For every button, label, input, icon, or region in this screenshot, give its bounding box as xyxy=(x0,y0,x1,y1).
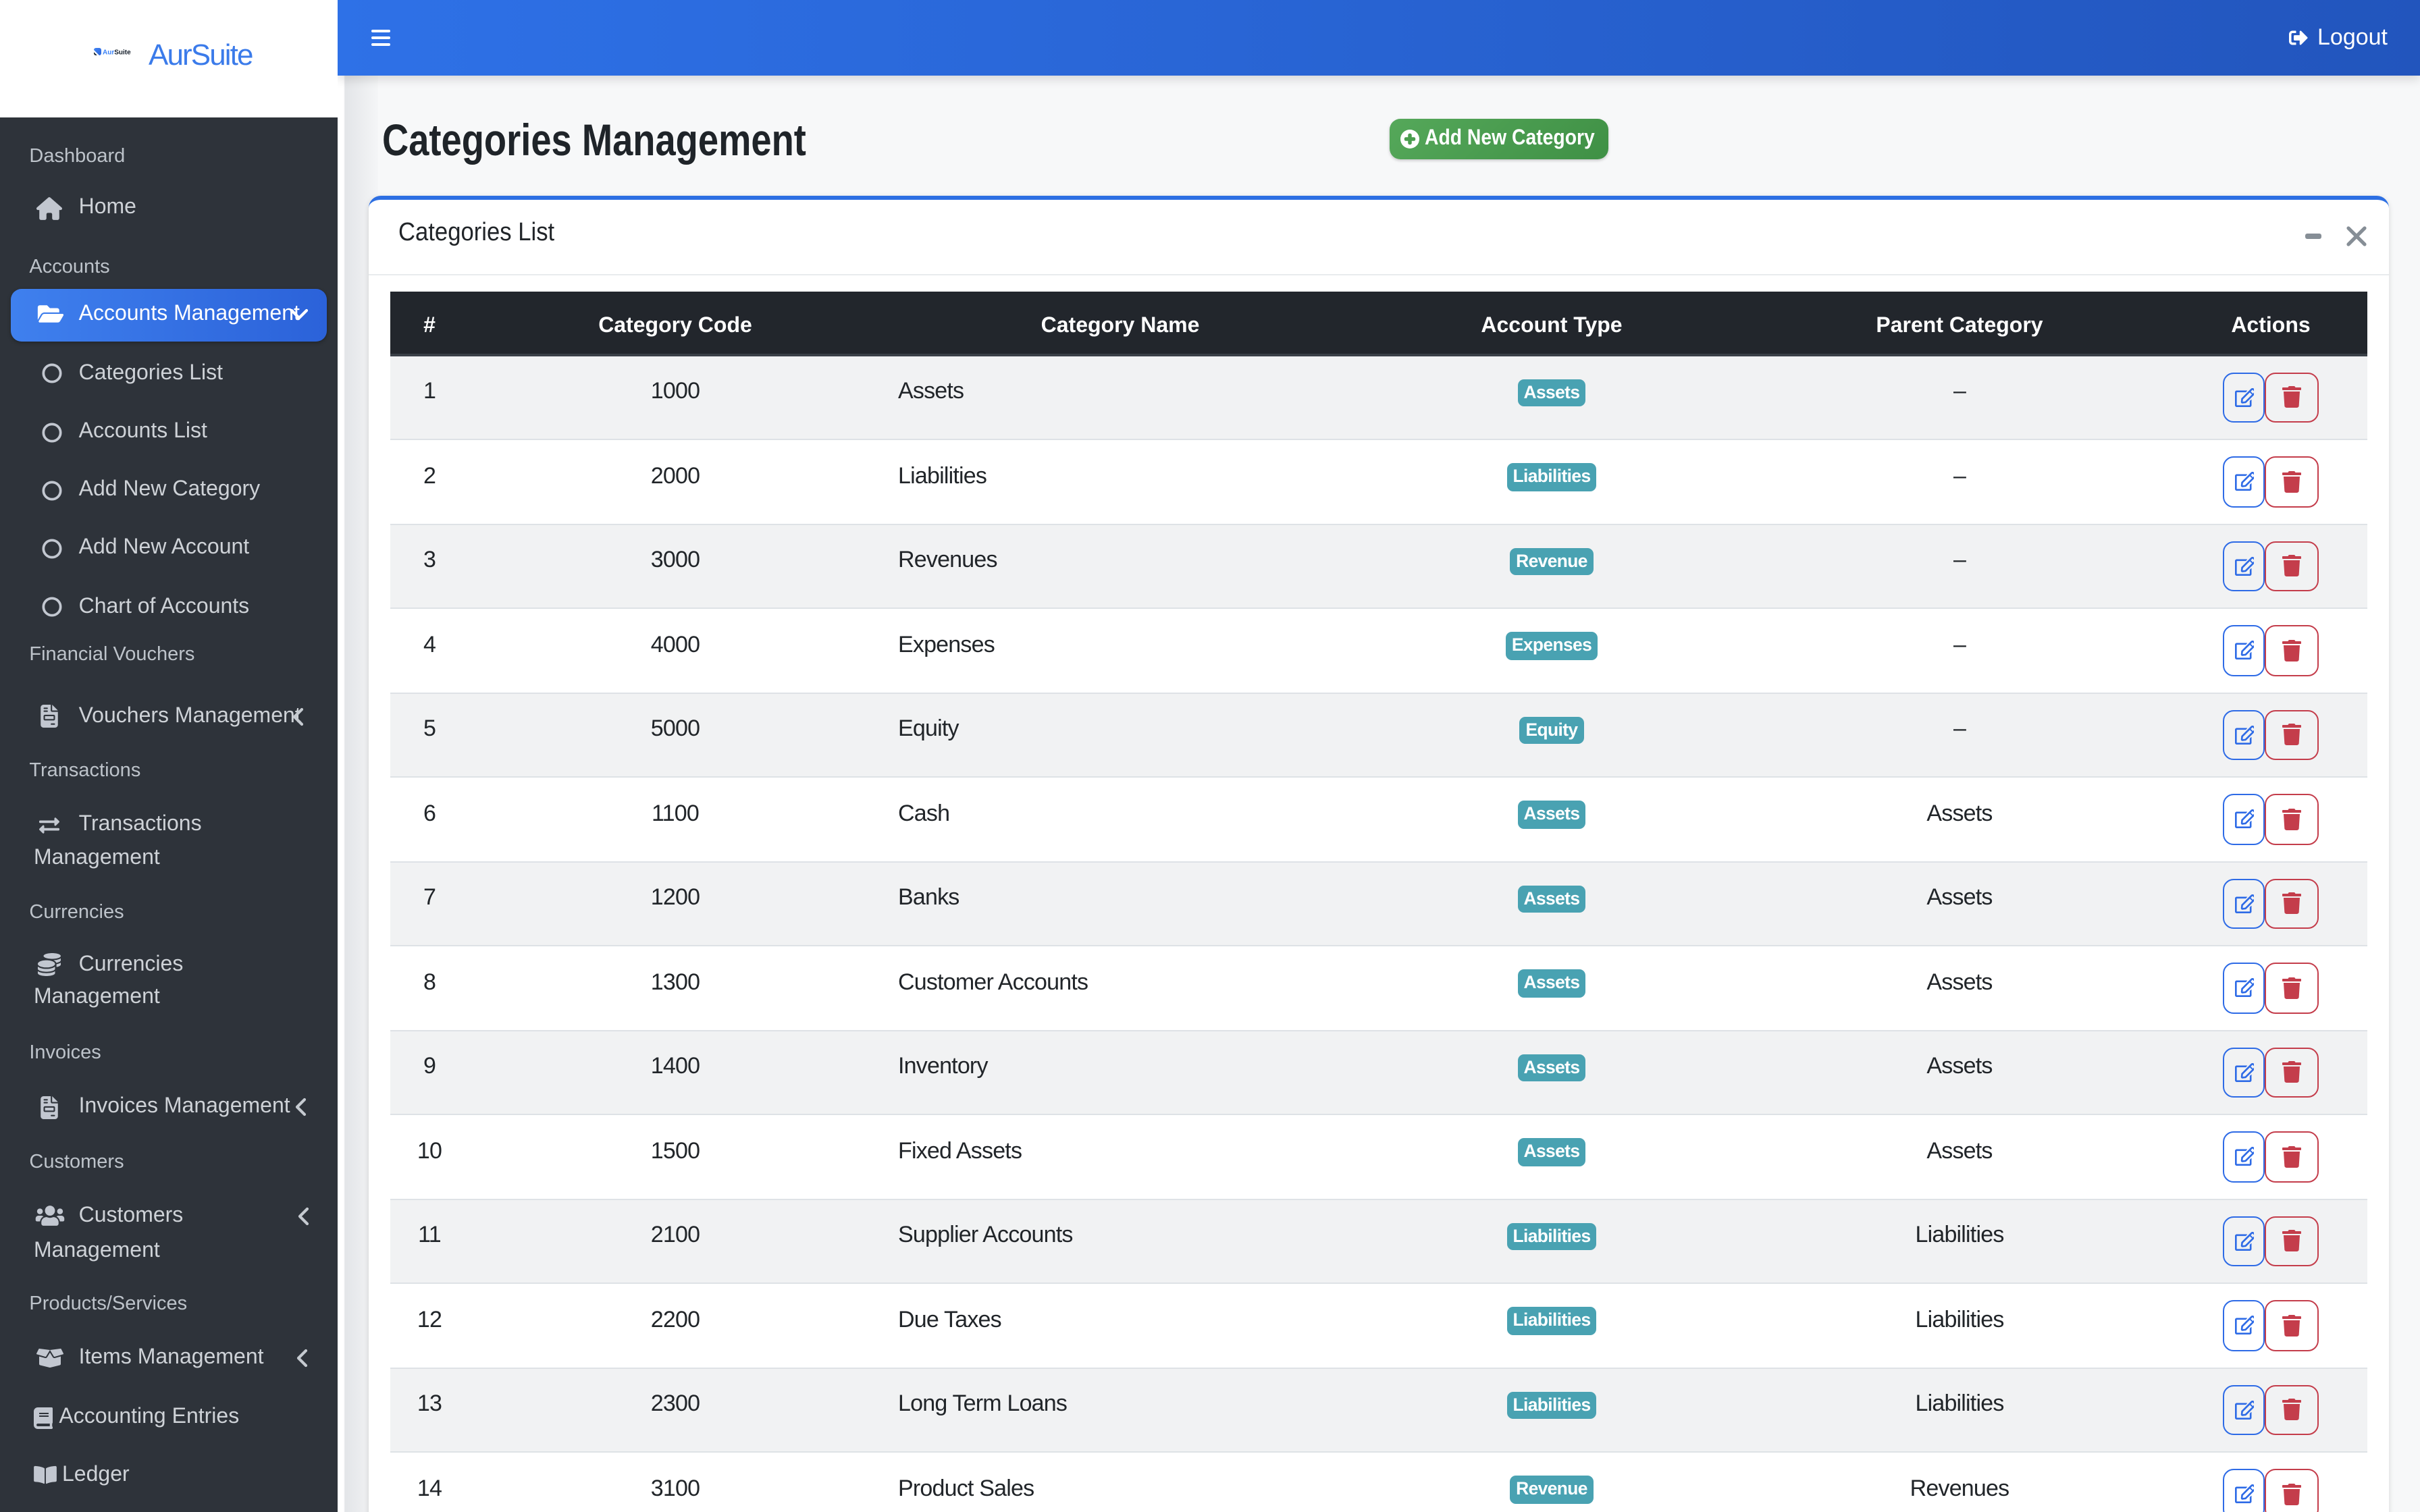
svg-text:AurSuite: AurSuite xyxy=(103,48,132,55)
